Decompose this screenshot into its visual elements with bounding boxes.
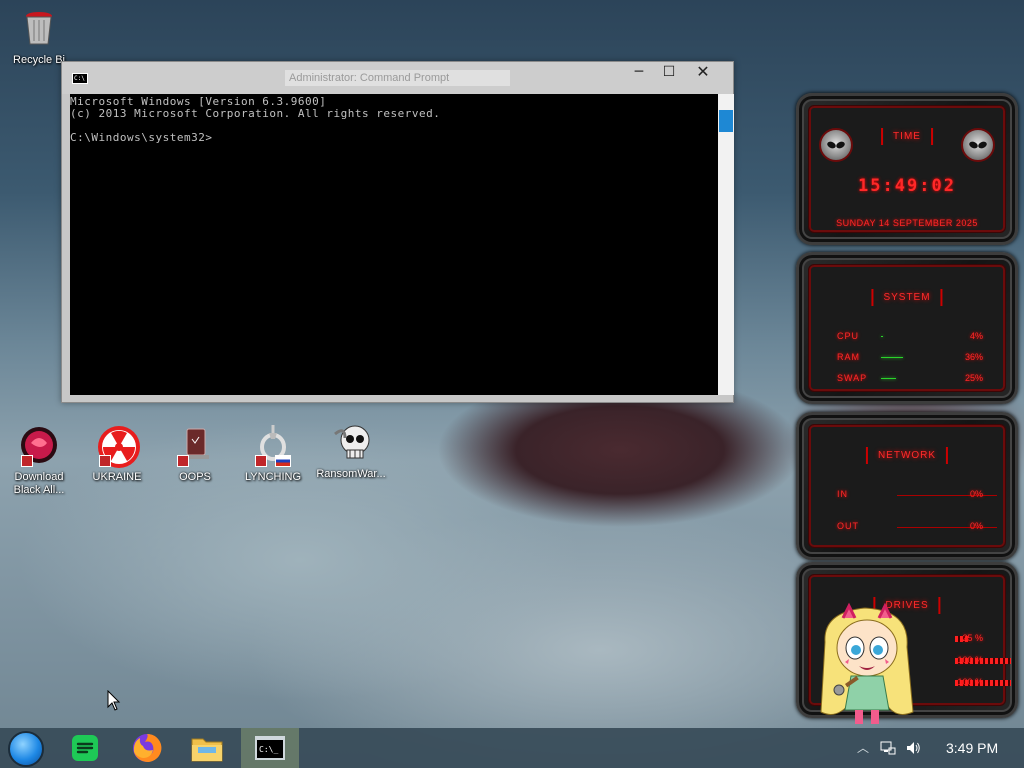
window-titlebar[interactable]: C:\ Administrator: Command Prompt ─ ☐ ✕ xyxy=(62,62,733,94)
desktop-icon-ukraine[interactable]: UKRAINE xyxy=(82,425,152,484)
firefox-icon xyxy=(133,733,162,762)
russia-flag-icon xyxy=(275,455,291,467)
swap-bar xyxy=(881,378,896,379)
desktop-icon-label: RansomWar... xyxy=(316,468,386,480)
shortcut-badge xyxy=(21,455,33,467)
desktop-icon-label: LYNCHING xyxy=(244,471,302,483)
alien-head-icon xyxy=(961,128,995,162)
network-in-row: IN 0% xyxy=(837,489,997,501)
desktop-icon-label: OOPS xyxy=(179,471,211,483)
stat-label: RAM xyxy=(837,352,860,362)
network-out-row: OUT 0% xyxy=(837,521,997,533)
stat-value: 36% xyxy=(964,352,983,362)
command-prompt-window[interactable]: C:\ Administrator: Command Prompt ─ ☐ ✕ … xyxy=(61,61,734,403)
taskbar-notes-app[interactable] xyxy=(56,728,114,768)
svg-text:C:\_: C:\_ xyxy=(259,745,278,754)
time-gadget[interactable]: TIME 15:49:02 Sunday 14 September 2025 xyxy=(796,93,1018,245)
desktop-icon-lynching[interactable]: LYNCHING xyxy=(238,425,308,484)
date-readout: Sunday 14 September 2025 xyxy=(836,218,978,228)
cartoon-character-sticker xyxy=(815,602,920,727)
show-hidden-icons-chevron-icon[interactable]: ︿ xyxy=(857,728,869,768)
download-shortcut-icon xyxy=(19,425,59,467)
stat-value: 0% xyxy=(969,489,983,499)
taskbar-command-prompt[interactable]: C:\_ xyxy=(241,728,299,768)
taskbar-firefox[interactable] xyxy=(118,728,176,768)
folder-icon xyxy=(191,738,223,762)
ram-bar xyxy=(881,357,903,358)
recycle-bin-icon xyxy=(19,8,59,48)
stat-value: 25% xyxy=(964,373,983,383)
desktop-icon-oops[interactable]: OOPS xyxy=(160,425,230,484)
clock-readout: 15:49:02 xyxy=(858,176,956,196)
alien-head-icon xyxy=(819,128,853,162)
gadget-panel: TIME 15:49:02 Sunday 14 September 2025 xyxy=(808,105,1006,233)
console-prompt[interactable]: C:\Windows\system32> xyxy=(70,132,718,144)
command-prompt-icon: C:\_ xyxy=(255,736,285,760)
noose-icon xyxy=(253,425,293,467)
stat-value: 0% xyxy=(969,521,983,531)
minimize-button[interactable]: ─ xyxy=(622,62,656,84)
desktop-icon-label: UKRAINE xyxy=(92,471,142,483)
stat-label: OUT xyxy=(837,521,859,531)
shortcut-badge xyxy=(255,455,267,467)
network-icon[interactable] xyxy=(880,740,896,756)
close-button[interactable]: ✕ xyxy=(686,62,720,84)
skull-icon xyxy=(331,422,371,462)
console-output[interactable]: Microsoft Windows [Version 6.3.9600] (c)… xyxy=(70,94,718,395)
notes-app-icon xyxy=(72,735,98,761)
maximize-button[interactable]: ☐ xyxy=(652,62,686,84)
gadget-title: TIME xyxy=(881,128,933,145)
system-gadget[interactable]: SYSTEM CPU 4% RAM 36% SWAP 25% xyxy=(796,252,1018,404)
gadget-panel: SYSTEM CPU 4% RAM 36% SWAP 25% xyxy=(808,264,1006,392)
gadget-panel: NETWORK IN 0% OUT 0% xyxy=(808,424,1006,548)
taskbar: C:\_ ︿ 3:49 PM xyxy=(0,728,1024,768)
console-scrollbar[interactable] xyxy=(718,94,734,395)
desktop-icon-recycle-bin[interactable]: Recycle Bi xyxy=(4,8,74,67)
start-button[interactable] xyxy=(8,731,44,767)
swap-row: SWAP 25% xyxy=(837,373,983,385)
console-line: (c) 2013 Microsoft Corporation. All righ… xyxy=(70,107,441,120)
cpu-row: CPU 4% xyxy=(837,331,983,343)
stat-label: CPU xyxy=(837,331,860,341)
gadget-title: NETWORK xyxy=(865,447,949,464)
stat-label: IN xyxy=(837,489,848,499)
shortcut-badge xyxy=(177,455,189,467)
taskbar-file-explorer[interactable] xyxy=(178,728,236,768)
oops-shortcut-icon xyxy=(175,425,215,467)
cmd-app-icon: C:\ xyxy=(72,73,88,84)
gadget-title: SYSTEM xyxy=(871,289,943,306)
stat-value: 25 % xyxy=(962,633,983,643)
radiation-icon xyxy=(97,425,140,468)
desktop-icon-download[interactable]: Download Black All... xyxy=(4,425,74,497)
scrollbar-thumb[interactable] xyxy=(719,110,733,132)
ram-row: RAM 36% xyxy=(837,352,983,364)
stat-value: 100 % xyxy=(957,655,983,665)
volume-icon[interactable] xyxy=(905,740,921,756)
stat-value: 4% xyxy=(969,331,983,341)
window-title: Administrator: Command Prompt xyxy=(285,70,510,86)
desktop-icon-ransomware[interactable]: RansomWar... xyxy=(316,422,386,481)
shortcut-badge xyxy=(99,455,111,467)
network-gadget[interactable]: NETWORK IN 0% OUT 0% xyxy=(796,412,1018,560)
desktop-icon-label: Download Black All... xyxy=(13,471,65,496)
stat-value: 100 % xyxy=(957,677,983,687)
mouse-cursor-icon xyxy=(107,690,121,711)
stat-label: SWAP xyxy=(837,373,868,383)
cpu-bar xyxy=(881,336,883,337)
taskbar-clock[interactable]: 3:49 PM xyxy=(946,728,998,768)
